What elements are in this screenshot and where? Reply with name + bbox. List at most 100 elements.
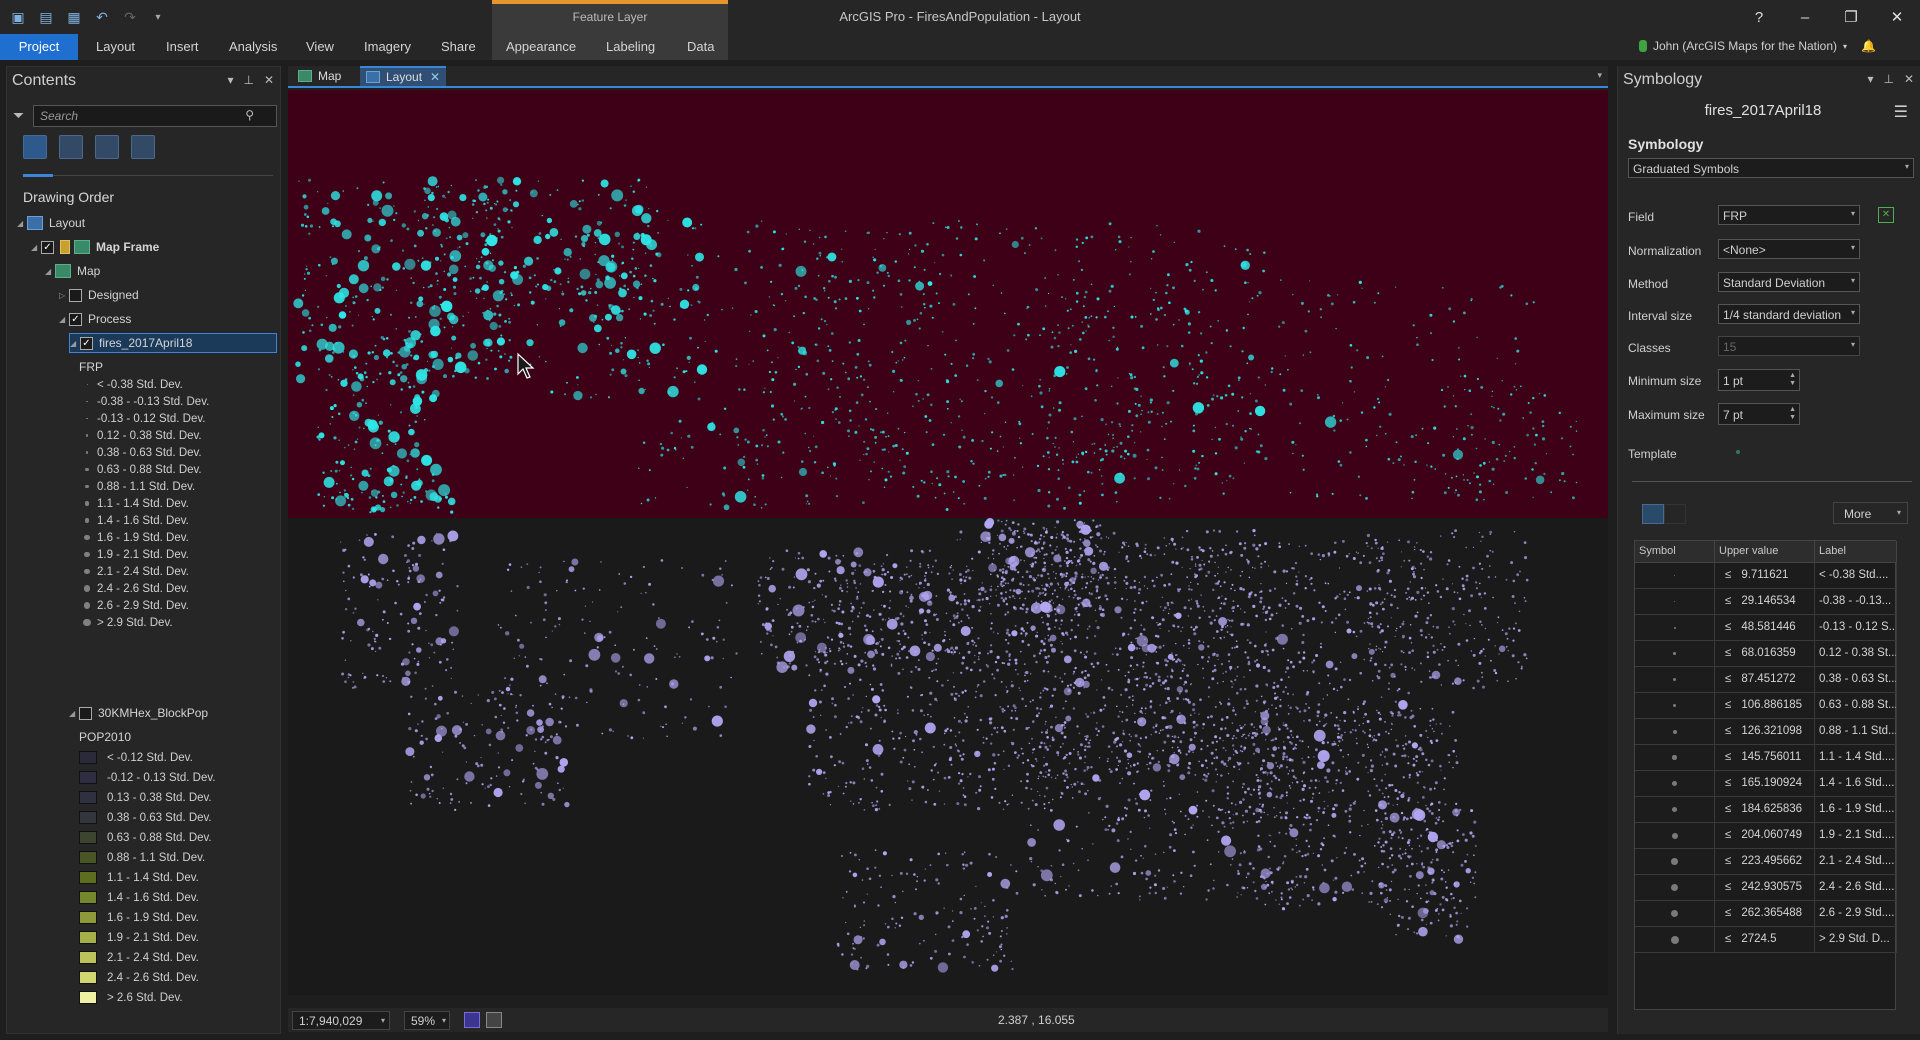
map-point <box>921 634 923 636</box>
restore-button[interactable]: ❐ <box>1828 0 1874 34</box>
minimize-button[interactable]: – <box>1782 0 1828 34</box>
legend-item[interactable]: 2.4 - 2.6 Std. Dev. <box>79 969 199 986</box>
tab-list-icon[interactable]: ▾ <box>1597 70 1602 81</box>
map-point <box>1054 446 1056 448</box>
map-point <box>1059 677 1062 679</box>
map-point <box>1010 684 1014 688</box>
legend-item[interactable]: 1.9 - 2.1 Std. Dev. <box>81 546 189 563</box>
legend-item[interactable]: < -0.38 Std. Dev. <box>81 376 183 393</box>
notification-bell-icon[interactable]: 🔔 <box>1861 39 1876 53</box>
customize-icon[interactable]: ▾ <box>148 7 168 27</box>
expand-icon[interactable]: ◢ <box>69 709 79 718</box>
legend-item[interactable]: 2.1 - 2.4 Std. Dev. <box>81 563 189 580</box>
expand-icon[interactable]: ◢ <box>45 267 55 276</box>
legend-item[interactable]: 0.63 - 0.88 Std. Dev. <box>81 461 202 478</box>
expand-icon[interactable]: ◢ <box>59 315 69 324</box>
open-icon[interactable]: ▤ <box>36 7 56 27</box>
map-point <box>860 393 864 397</box>
selection-view-icon[interactable] <box>95 135 119 159</box>
lock-icon[interactable] <box>60 240 70 254</box>
collapse-icon[interactable]: ▷ <box>59 291 69 300</box>
tree-item-designed[interactable]: ▷ Designed <box>59 285 139 305</box>
legend-item[interactable]: 0.88 - 1.1 Std. Dev. <box>81 478 195 495</box>
legend-item[interactable]: -0.38 - -0.13 Std. Dev. <box>81 393 209 410</box>
tree-item-map[interactable]: ◢ Map <box>45 261 100 281</box>
tree-item-process[interactable]: ◢ ✓ Process <box>59 309 131 329</box>
legend-item[interactable]: 2.4 - 2.6 Std. Dev. <box>81 580 189 597</box>
search-icon[interactable]: ⚲ <box>245 108 254 122</box>
tab-share[interactable]: Share <box>429 34 488 60</box>
legend-item[interactable]: 1.4 - 1.6 Std. Dev. <box>81 512 189 529</box>
map-canvas[interactable] <box>288 90 1608 995</box>
legend-item[interactable]: 2.1 - 2.4 Std. Dev. <box>79 949 199 966</box>
map-point <box>1357 552 1359 554</box>
visibility-checkbox[interactable]: ✓ <box>69 312 82 326</box>
legend-item[interactable]: 0.63 - 0.88 Std. Dev. <box>79 829 212 846</box>
tree-item-hex-layer[interactable]: ◢ 30KMHex_BlockPop <box>69 703 208 723</box>
legend-item[interactable]: 2.6 - 2.9 Std. Dev. <box>81 597 189 614</box>
tab-layout[interactable]: Layout <box>84 34 147 60</box>
legend-item[interactable]: 0.38 - 0.63 Std. Dev. <box>81 444 202 461</box>
tab-insert[interactable]: Insert <box>154 34 211 60</box>
legend-item[interactable]: 1.4 - 1.6 Std. Dev. <box>79 889 199 906</box>
redo-icon[interactable]: ↷ <box>120 7 140 27</box>
map-point <box>1470 413 1473 416</box>
map-point <box>578 207 582 211</box>
user-account[interactable]: John (ArcGIS Maps for the Nation) ▾ 🔔 <box>1638 39 1876 53</box>
legend-item[interactable]: > 2.9 Std. Dev. <box>81 614 173 631</box>
tree-item-map-frame[interactable]: ◢ ✓ Map Frame <box>31 237 159 257</box>
visibility-checkbox[interactable]: ✓ <box>41 240 54 254</box>
project-icon[interactable]: ▣ <box>8 7 28 27</box>
tab-appearance[interactable]: Appearance <box>494 34 588 60</box>
undo-icon[interactable]: ↶ <box>92 7 112 27</box>
tab-map[interactable]: Map <box>292 66 347 86</box>
legend-item[interactable]: 0.38 - 0.63 Std. Dev. <box>79 809 212 826</box>
tree-item-layout[interactable]: ◢ Layout <box>17 213 85 233</box>
data-source-view-icon[interactable] <box>59 135 83 159</box>
legend-item[interactable]: 0.13 - 0.38 Std. Dev. <box>79 789 212 806</box>
search-input[interactable]: Search ⚲ <box>33 105 277 127</box>
pin-icon[interactable]: ⊥ <box>243 73 253 87</box>
tab-analysis[interactable]: Analysis <box>217 34 289 60</box>
map-point <box>642 737 645 739</box>
legend-item[interactable]: 1.1 - 1.4 Std. Dev. <box>79 869 199 886</box>
expand-icon[interactable]: ◢ <box>70 339 80 348</box>
visibility-checkbox[interactable] <box>79 706 92 720</box>
tab-layout-view[interactable]: Layout ✕ <box>360 66 447 86</box>
map-point <box>498 689 501 692</box>
legend-item[interactable]: 1.9 - 2.1 Std. Dev. <box>79 929 199 946</box>
editing-view-icon[interactable] <box>131 135 155 159</box>
visibility-checkbox[interactable]: ✓ <box>80 336 93 350</box>
close-icon[interactable]: ✕ <box>430 70 440 84</box>
tree-item-fires-layer[interactable]: ◢ ✓ fires_2017April18 <box>69 333 277 353</box>
legend-item[interactable]: 0.12 - 0.38 Std. Dev. <box>81 427 202 444</box>
legend-item[interactable]: -0.13 - 0.12 Std. Dev. <box>81 410 205 427</box>
close-button[interactable]: ✕ <box>1874 0 1920 34</box>
drawing-order-view-icon[interactable] <box>23 135 47 159</box>
map-point <box>645 186 648 188</box>
legend-item[interactable]: 1.1 - 1.4 Std. Dev. <box>81 495 189 512</box>
legend-item[interactable]: -0.12 - 0.13 Std. Dev. <box>79 769 215 786</box>
legend-item[interactable]: 0.88 - 1.1 Std. Dev. <box>79 849 205 866</box>
legend-item[interactable]: < -0.12 Std. Dev. <box>79 749 193 766</box>
visibility-checkbox[interactable] <box>69 288 82 302</box>
legend-item[interactable]: > 2.6 Std. Dev. <box>79 989 183 1006</box>
tab-imagery[interactable]: Imagery <box>352 34 423 60</box>
close-icon[interactable]: ✕ <box>264 73 274 87</box>
tab-data[interactable]: Data <box>675 34 726 60</box>
tab-project[interactable]: Project <box>0 34 78 60</box>
map-point <box>1380 827 1383 830</box>
map-point <box>595 393 597 396</box>
pane-menu-icon[interactable]: ▾ <box>227 73 233 87</box>
expand-icon[interactable]: ◢ <box>31 243 41 252</box>
save-icon[interactable]: ▦ <box>64 7 84 27</box>
legend-item[interactable]: 1.6 - 1.9 Std. Dev. <box>81 529 189 546</box>
help-button[interactable]: ? <box>1736 0 1782 34</box>
tab-view[interactable]: View <box>294 34 346 60</box>
expand-icon[interactable]: ◢ <box>17 219 27 228</box>
legend-item[interactable]: 1.6 - 1.9 Std. Dev. <box>79 909 199 926</box>
filter-icon[interactable]: ⏷ <box>13 107 24 124</box>
tab-labeling[interactable]: Labeling <box>594 34 667 60</box>
map-point <box>1234 248 1237 251</box>
layout-map-frame[interactable] <box>288 90 1608 995</box>
